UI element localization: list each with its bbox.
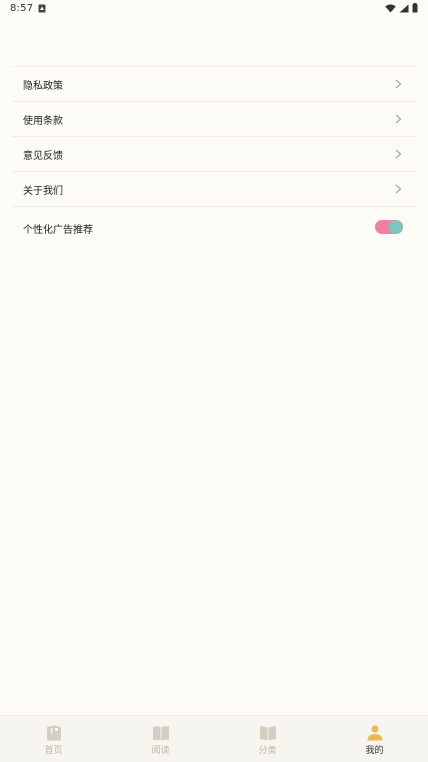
chevron-right-icon (395, 184, 402, 194)
book-icon (152, 726, 169, 741)
menu-item-label: 使用条款 (23, 115, 63, 127)
settings-menu: 隐私政策 使用条款 意见反馈 关于我们 个性化广告推荐 (0, 66, 428, 247)
menu-item-label: 隐私政策 (23, 80, 63, 92)
home-icon (46, 725, 61, 741)
profile-icon (367, 725, 382, 741)
toggle-label: 个性化广告推荐 (23, 225, 93, 236)
toggle-knob (389, 220, 403, 234)
chevron-right-icon (395, 114, 402, 124)
menu-item-personalized-ads: 个性化广告推荐 (12, 206, 416, 247)
menu-item-about-us[interactable]: 关于我们 (12, 171, 416, 206)
tab-profile[interactable]: 我的 (321, 716, 428, 762)
status-icons (385, 3, 418, 13)
bottom-tab-bar: 首页 阅读 分类 我的 (0, 715, 428, 762)
signal-icon (399, 4, 409, 12)
notification-icon (38, 4, 46, 13)
battery-icon (412, 3, 418, 13)
wifi-icon (385, 4, 396, 12)
category-icon (259, 726, 276, 741)
menu-item-label: 关于我们 (23, 185, 63, 197)
tab-label: 我的 (365, 746, 384, 756)
chevron-right-icon (395, 149, 402, 159)
tab-home[interactable]: 首页 (0, 716, 107, 762)
tab-reading[interactable]: 阅读 (107, 716, 214, 762)
menu-item-label: 意见反馈 (23, 150, 63, 162)
menu-item-privacy-policy[interactable]: 隐私政策 (12, 66, 416, 101)
tab-label: 阅读 (151, 746, 170, 756)
personalized-ads-toggle[interactable] (375, 220, 403, 234)
status-time: 8:57 (10, 3, 34, 14)
menu-item-terms-of-use[interactable]: 使用条款 (12, 101, 416, 136)
tab-category[interactable]: 分类 (214, 716, 321, 762)
tab-label: 首页 (44, 746, 63, 756)
status-bar: 8:57 (0, 0, 428, 18)
menu-item-feedback[interactable]: 意见反馈 (12, 136, 416, 171)
chevron-right-icon (395, 79, 402, 89)
tab-label: 分类 (258, 746, 277, 756)
